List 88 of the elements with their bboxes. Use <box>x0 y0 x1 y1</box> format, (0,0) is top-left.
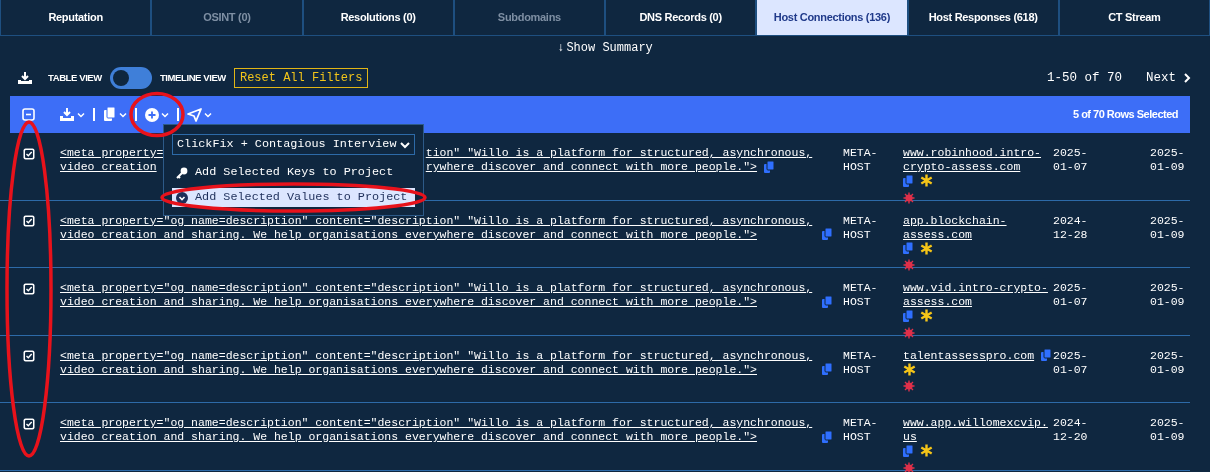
plus-circle-icon <box>145 107 159 122</box>
key-icon <box>176 166 188 179</box>
tab[interactable]: Reputation <box>0 0 152 36</box>
first-seen-cell-text: 2025-01-07 <box>1053 146 1089 174</box>
type-cell-text: META-HOST <box>843 281 879 309</box>
virus-icon <box>903 461 915 472</box>
host-link[interactable]: www.vid.intro-crypto-assess.com <box>903 281 1053 309</box>
row-checkbox[interactable] <box>23 417 35 430</box>
add-to-project-button[interactable] <box>145 107 169 122</box>
type-cell-text: META-HOST <box>843 213 879 242</box>
view-toggle[interactable] <box>109 67 152 89</box>
first-seen-cell-text: 2025-01-07 <box>1053 281 1089 309</box>
menu-item[interactable]: Add Selected Values to Project <box>172 188 415 207</box>
view-label: TABLE VIEW <box>48 70 102 85</box>
caret-icon <box>77 111 85 118</box>
type-cell-text: META-HOST <box>843 348 879 377</box>
download-menu-button[interactable] <box>59 107 85 122</box>
copy-icon[interactable] <box>903 309 913 322</box>
last-seen-cell-text: 2025-01-09 <box>1150 281 1186 309</box>
caret-icon <box>204 111 212 118</box>
response-text[interactable]: <meta property="og name=description" content="description" "Willo is a platform for structured, asynchronous, video creation and sharing. We help organisations everywhere discover and connect with more people."> <box>60 213 815 242</box>
caret-icon <box>161 111 169 118</box>
copy-icon[interactable] <box>821 295 832 308</box>
host-link[interactable]: app.blockchain-assess.com <box>903 213 1053 242</box>
host-link[interactable]: www.app.willomexcvip.us <box>903 416 1053 444</box>
row-checkbox[interactable] <box>23 350 35 363</box>
tab[interactable]: DNS Records (0) <box>605 0 757 36</box>
caret-icon <box>119 111 127 118</box>
row-checkbox[interactable] <box>23 282 35 295</box>
first-seen-cell-text: 2025-01-07 <box>1053 348 1089 377</box>
chevron-right-icon <box>1182 72 1192 84</box>
next-button[interactable]: Next <box>1146 68 1192 88</box>
copy-icon[interactable] <box>903 174 913 187</box>
last-seen-cell-text: 2025-01-09 <box>1150 213 1186 242</box>
response-text[interactable]: <meta property= <box>60 146 164 159</box>
copy-icon <box>103 107 117 122</box>
select-all-checkbox[interactable] <box>22 108 35 121</box>
share-menu-button[interactable] <box>187 107 212 122</box>
copy-icon[interactable] <box>821 363 832 376</box>
tab[interactable]: Host Connections (136) <box>756 0 908 36</box>
copy-icon[interactable] <box>763 160 774 173</box>
tab[interactable]: Host Responses (618) <box>907 0 1059 36</box>
tab[interactable]: Resolutions (0) <box>302 0 454 36</box>
row-checkbox[interactable] <box>23 215 35 228</box>
copy-icon[interactable] <box>821 228 832 241</box>
chevron-circle-icon <box>176 191 188 204</box>
reset-filters-button[interactable]: Reset All Filters <box>233 68 369 88</box>
response-text[interactable]: <meta property="og name=description" content="description" "Willo is a platform for structured, asynchronous, video creation and sharing. We help organisations everywhere discover and connect with more people."> <box>60 348 815 377</box>
response-text[interactable]: <meta property="og name=description" content="description" "Willo is a platform for structured, asynchronous, video creation and sharing. We help organisations everywhere discover and connect with more people."> <box>60 281 815 309</box>
virus-icon <box>903 326 915 339</box>
tab[interactable]: CT Stream <box>1058 0 1210 36</box>
last-seen-cell-text: 2025-01-09 <box>1150 348 1186 377</box>
copy-icon[interactable] <box>1041 349 1052 362</box>
menu-item[interactable]: Add Selected Keys to Project <box>172 163 415 182</box>
first-seen-cell-text: 2024-12-20 <box>1053 416 1089 444</box>
pagination-range: 1-50 of 70 <box>1046 69 1122 87</box>
response-text[interactable]: video creation <box>60 160 157 173</box>
virus-icon <box>903 191 915 204</box>
copy-icon[interactable] <box>903 242 913 255</box>
row-checkbox[interactable] <box>23 147 35 160</box>
last-seen-cell-text: 2025-01-09 <box>1150 416 1186 444</box>
project-select[interactable]: ClickFix + Contagious Interview <box>172 134 415 155</box>
last-seen-cell-text: 2025-01-09 <box>1150 146 1186 174</box>
copy-icon[interactable] <box>821 430 832 443</box>
asterisk-icon <box>919 309 933 323</box>
response-text[interactable]: rywhere discover and connect with more people."> <box>425 160 758 173</box>
host-link[interactable]: talentassesspro.com <box>903 348 1035 363</box>
copy-icon[interactable] <box>903 444 913 457</box>
virus-icon <box>903 259 915 272</box>
asterisk-icon <box>919 174 933 188</box>
send-icon <box>187 107 202 122</box>
virus-icon <box>903 380 915 393</box>
download-icon[interactable] <box>18 71 32 85</box>
response-text[interactable]: <meta property="og name=description" content="description" "Willo is a platform for structured, asynchronous, video creation and sharing. We help organisations everywhere discover and connect with more people."> <box>60 416 815 444</box>
asterisk-icon <box>919 444 933 458</box>
view-label: TIMELINE VIEW <box>159 70 226 85</box>
type-cell-text: META-HOST <box>843 146 879 174</box>
asterisk-icon <box>919 241 933 255</box>
chevron-down-icon <box>400 140 410 149</box>
asterisk-icon <box>903 362 916 376</box>
selection-count: 5 of 70 Rows Selected <box>1072 107 1178 123</box>
host-link[interactable]: www.robinhood.intro-crypto-assess.com <box>903 146 1053 174</box>
download-icon <box>59 107 75 122</box>
type-cell-text: META-HOST <box>843 416 879 444</box>
show-summary-button[interactable]: ↓ Show Summary <box>557 39 653 57</box>
response-text[interactable]: tion" "Willo is a platform for structured, asynchronous, <box>425 146 813 159</box>
copy-menu-button[interactable] <box>103 107 127 122</box>
first-seen-cell-text: 2024-12-28 <box>1053 213 1089 242</box>
